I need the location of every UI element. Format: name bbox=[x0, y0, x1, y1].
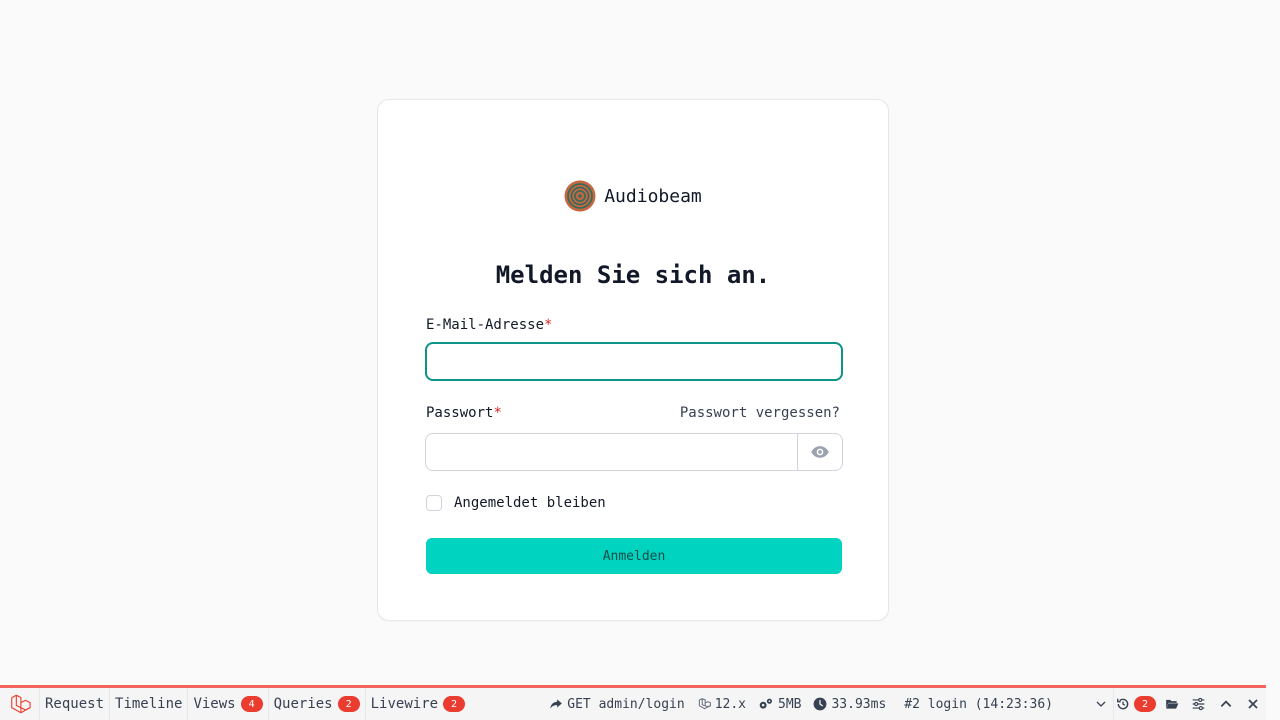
open-folder-button[interactable] bbox=[1158, 688, 1185, 720]
remember-checkbox[interactable] bbox=[426, 495, 442, 511]
request-duration: 33.93ms bbox=[807, 697, 892, 712]
debugbar-tab-views[interactable]: Views 4 bbox=[188, 688, 269, 720]
brand-name: Audiobeam bbox=[604, 185, 702, 207]
email-label: E-Mail-Adresse* bbox=[426, 317, 553, 333]
queries-count-badge: 2 bbox=[337, 696, 360, 712]
history-count-badge: 2 bbox=[1134, 696, 1156, 712]
remember-me[interactable]: Angemeldet bleiben bbox=[426, 495, 606, 511]
laravel-small-icon bbox=[698, 698, 711, 710]
history-icon bbox=[1117, 698, 1129, 710]
close-button[interactable] bbox=[1239, 688, 1266, 720]
show-password-button[interactable] bbox=[797, 434, 842, 470]
remember-label: Angemeldet bleiben bbox=[454, 495, 606, 511]
close-icon bbox=[1247, 699, 1258, 709]
debugbar-tab-livewire[interactable]: Livewire 2 bbox=[366, 688, 470, 720]
share-arrow-icon bbox=[550, 699, 563, 709]
required-mark: * bbox=[493, 405, 502, 421]
folder-open-icon bbox=[1165, 699, 1178, 709]
audiobeam-logo-icon bbox=[564, 180, 596, 212]
eye-icon bbox=[811, 446, 829, 458]
forgot-password-link[interactable]: Passwort vergessen? bbox=[680, 405, 840, 421]
sliders-icon bbox=[1192, 697, 1205, 711]
email-label-row: E-Mail-Adresse* bbox=[426, 317, 840, 333]
route-info: GET admin/login bbox=[543, 697, 690, 712]
password-field[interactable] bbox=[426, 434, 797, 470]
brand: Audiobeam bbox=[378, 180, 888, 212]
debugbar: Request Timeline Views 4 Queries 2 Livewir… bbox=[0, 685, 1266, 720]
password-label-row: Passwort* Passwort vergessen? bbox=[426, 405, 840, 421]
debugbar-tab-timeline[interactable]: Timeline bbox=[110, 688, 189, 720]
debugbar-tab-queries[interactable]: Queries 2 bbox=[269, 688, 366, 720]
debugbar-tab-request[interactable]: Request bbox=[40, 688, 111, 720]
framework-version: 12.x bbox=[691, 697, 752, 712]
settings-button[interactable] bbox=[1185, 688, 1212, 720]
maximize-button[interactable] bbox=[1212, 688, 1239, 720]
views-count-badge: 4 bbox=[240, 696, 263, 712]
login-button[interactable]: Anmelden bbox=[426, 538, 842, 574]
history-button[interactable]: 2 bbox=[1114, 688, 1158, 720]
password-label: Passwort* bbox=[426, 405, 502, 421]
email-field[interactable] bbox=[425, 342, 843, 381]
required-mark: * bbox=[544, 317, 553, 333]
page-title: Melden Sie sich an. bbox=[495, 261, 771, 289]
chevron-up-icon bbox=[1220, 700, 1231, 707]
chevron-down-icon bbox=[1096, 701, 1106, 707]
request-history-select[interactable]: #2 login (14:23:36) bbox=[892, 688, 1114, 720]
login-card: Audiobeam Melden Sie sich an. E-Mail-Adr… bbox=[377, 99, 889, 621]
password-field-wrapper bbox=[425, 433, 843, 471]
livewire-count-badge: 2 bbox=[443, 696, 466, 712]
cogs-icon bbox=[759, 698, 772, 709]
clock-icon bbox=[814, 697, 827, 711]
laravel-logo-icon[interactable] bbox=[0, 688, 40, 720]
debugbar-meta: GET admin/login 12.x 5MB 33.93ms #2 logi… bbox=[543, 688, 1266, 720]
memory-usage: 5MB bbox=[752, 697, 807, 712]
